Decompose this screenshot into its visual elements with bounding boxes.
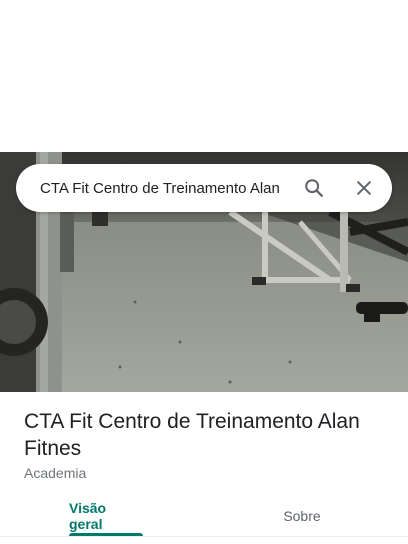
search-icon bbox=[305, 179, 323, 197]
search-button[interactable] bbox=[294, 168, 334, 208]
place-title: CTA Fit Centro de Treinamento Alan Fitne… bbox=[24, 410, 360, 460]
search-query[interactable]: CTA Fit Centro de Treinamento Alan bbox=[40, 180, 294, 197]
close-icon bbox=[357, 181, 371, 195]
place-tabs: Visão geral Sobre bbox=[0, 496, 408, 536]
tab-overview[interactable]: Visão geral bbox=[69, 496, 143, 536]
clear-search-button[interactable] bbox=[344, 168, 384, 208]
place-page: CTA Fit Centro de Treinamento Alan CTA F… bbox=[0, 0, 408, 544]
tab-about[interactable]: Sobre bbox=[272, 496, 332, 536]
tab-about-label: Sobre bbox=[283, 508, 321, 524]
search-bar[interactable]: CTA Fit Centro de Treinamento Alan bbox=[16, 164, 392, 212]
place-category[interactable]: Academia bbox=[24, 465, 86, 481]
tabs-divider bbox=[0, 536, 408, 537]
tab-overview-label: Visão geral bbox=[69, 500, 107, 532]
